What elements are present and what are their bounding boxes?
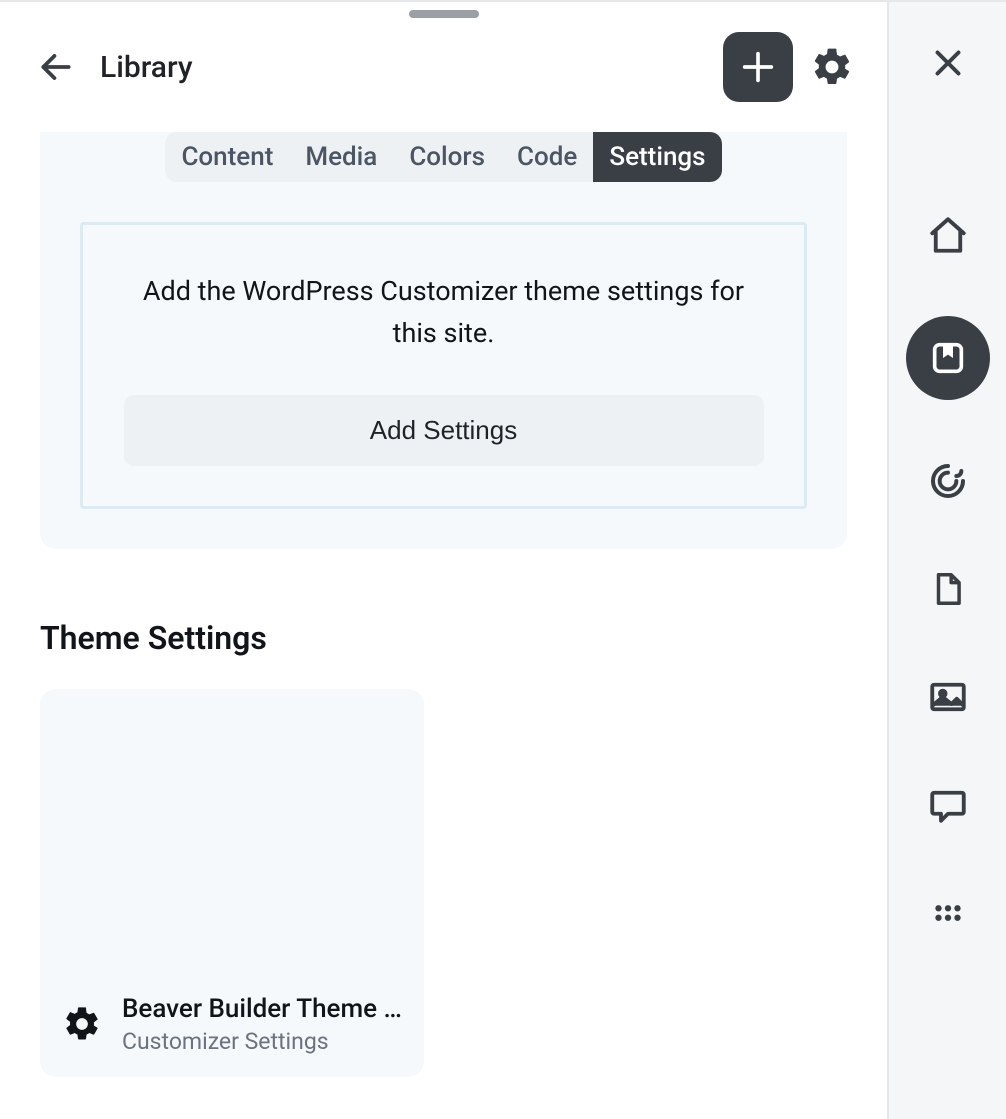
- rail-library[interactable]: [906, 316, 990, 400]
- rail-more[interactable]: [921, 886, 975, 940]
- tab-settings[interactable]: Settings: [593, 132, 721, 182]
- rail-media[interactable]: [921, 670, 975, 724]
- add-settings-box: Add the WordPress Customizer theme setti…: [80, 222, 807, 509]
- page-title: Library: [100, 50, 699, 85]
- settings-button[interactable]: [807, 42, 857, 92]
- file-icon: [929, 570, 967, 608]
- add-settings-description: Add the WordPress Customizer theme setti…: [134, 271, 754, 355]
- card-subtitle: Customizer Settings: [122, 1028, 402, 1055]
- drag-handle[interactable]: [409, 10, 479, 18]
- settings-panel: Content Media Colors Code Settings Add t…: [40, 132, 847, 549]
- tabs: Content Media Colors Code Settings: [165, 132, 721, 182]
- arrow-left-icon: [37, 48, 75, 86]
- image-icon: [927, 676, 969, 718]
- add-button[interactable]: [723, 32, 793, 102]
- tab-colors[interactable]: Colors: [393, 132, 501, 182]
- rail-chat[interactable]: [921, 778, 975, 832]
- grid-dots-icon: [929, 894, 967, 932]
- close-icon: [930, 45, 966, 81]
- header: Library: [0, 2, 887, 132]
- gear-icon: [60, 1002, 104, 1046]
- theme-settings-section: Theme Settings Beaver Builder Theme … Cu…: [0, 549, 887, 1077]
- side-rail: [889, 2, 1006, 1119]
- gear-icon: [810, 45, 854, 89]
- tab-media[interactable]: Media: [289, 132, 393, 182]
- bookmark-square-icon: [928, 338, 968, 378]
- tab-code[interactable]: Code: [501, 132, 593, 182]
- chat-icon: [927, 784, 969, 826]
- back-button[interactable]: [36, 47, 76, 87]
- rail-home[interactable]: [921, 208, 975, 262]
- rail-sync[interactable]: [921, 454, 975, 508]
- theme-settings-card[interactable]: Beaver Builder Theme … Customizer Settin…: [40, 689, 424, 1077]
- rail-close[interactable]: [921, 36, 975, 90]
- add-settings-button[interactable]: Add Settings: [124, 395, 764, 466]
- card-title: Beaver Builder Theme …: [122, 994, 402, 1024]
- swirl-icon: [928, 461, 968, 501]
- plus-icon: [738, 47, 778, 87]
- theme-settings-heading: Theme Settings: [40, 619, 847, 657]
- rail-document[interactable]: [921, 562, 975, 616]
- tab-content[interactable]: Content: [165, 132, 289, 182]
- home-icon: [927, 214, 969, 256]
